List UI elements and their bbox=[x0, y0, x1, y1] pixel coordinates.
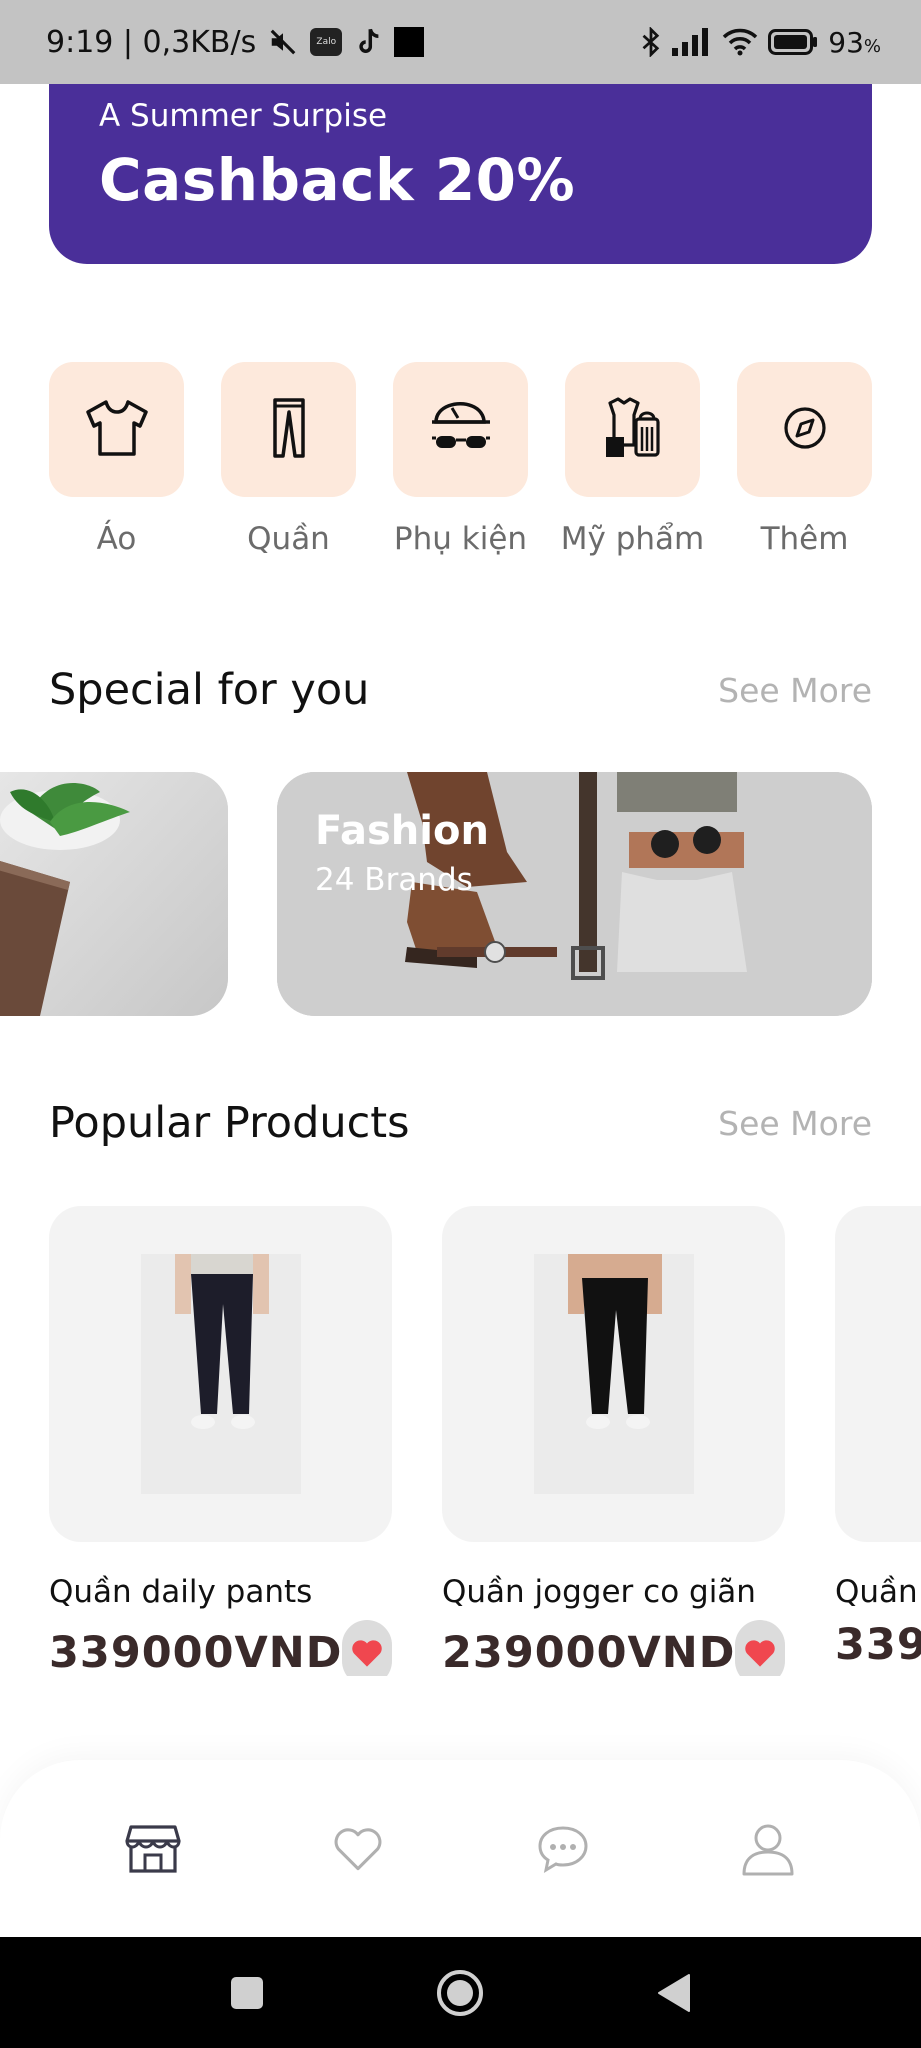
category-box bbox=[221, 362, 356, 497]
banner-subtitle: A Summer Surpise bbox=[99, 98, 388, 134]
pants-icon bbox=[269, 396, 309, 464]
lifestyle-image bbox=[0, 772, 228, 1016]
special-card-subtitle: 24 Brands bbox=[315, 862, 473, 898]
special-card-title: Fashion bbox=[315, 808, 489, 854]
special-section-title: Special for you bbox=[49, 665, 370, 715]
battery-unit: % bbox=[863, 35, 881, 57]
accessories-icon bbox=[428, 398, 494, 462]
nav-favorites[interactable] bbox=[318, 1809, 398, 1889]
category-my-pham[interactable]: Mỹ phẩm bbox=[561, 362, 704, 563]
nav-chat[interactable] bbox=[523, 1809, 603, 1889]
product-name: Quần jogger co giãn bbox=[442, 1574, 756, 1610]
category-phu-kien[interactable]: Phụ kiện bbox=[393, 362, 528, 563]
popular-section-title: Popular Products bbox=[49, 1098, 410, 1148]
category-label: Thêm bbox=[760, 521, 849, 557]
special-card-fashion[interactable]: Fashion 24 Brands bbox=[277, 772, 872, 1016]
favorite-button[interactable] bbox=[735, 1620, 785, 1676]
shirt-icon bbox=[84, 398, 150, 462]
product-image bbox=[442, 1206, 785, 1542]
status-time: 9:19 | 0,3KB/s bbox=[46, 24, 257, 60]
category-ao[interactable]: Áo bbox=[49, 362, 184, 563]
category-box bbox=[49, 362, 184, 497]
product-image bbox=[49, 1206, 392, 1542]
product-card[interactable]: Quần jogger co giãn 239000VND bbox=[442, 1206, 785, 1676]
category-label: Mỹ phẩm bbox=[560, 521, 705, 557]
recents-button[interactable] bbox=[229, 1975, 265, 2011]
product-price: 239000VND bbox=[442, 1628, 736, 1676]
back-button[interactable] bbox=[655, 1973, 693, 2013]
product-list: Quần daily pants 339000VND Quần jogger c… bbox=[49, 1206, 921, 1676]
product-card[interactable]: Quần 339000VND bbox=[835, 1206, 921, 1670]
product-name: Quần daily pants bbox=[49, 1574, 313, 1610]
special-section-header: Special for you See More bbox=[49, 665, 872, 715]
wifi-icon bbox=[722, 28, 758, 56]
category-them[interactable]: Thêm bbox=[737, 362, 872, 563]
system-navigation-bar bbox=[0, 1937, 921, 2048]
category-quan[interactable]: Quần bbox=[221, 362, 356, 563]
product-name: Quần bbox=[835, 1574, 918, 1610]
product-card[interactable]: Quần daily pants 339000VND bbox=[49, 1206, 392, 1676]
home-circle-icon bbox=[436, 1969, 483, 2016]
tiktok-icon bbox=[354, 27, 382, 57]
bottom-navigation bbox=[0, 1760, 921, 1937]
bluetooth-icon bbox=[640, 27, 662, 57]
back-triangle-icon bbox=[657, 1973, 690, 2012]
product-price: 339000VND bbox=[49, 1628, 343, 1676]
popular-see-more-link[interactable]: See More bbox=[718, 1104, 872, 1143]
popular-section-header: Popular Products See More bbox=[49, 1098, 872, 1148]
nav-profile[interactable] bbox=[728, 1809, 808, 1889]
category-list: Áo Quần Phụ kiện Mỹ phẩm Thêm bbox=[49, 362, 872, 563]
category-label: Phụ kiện bbox=[393, 521, 528, 557]
heart-filled-icon bbox=[745, 1640, 775, 1667]
battery-level: 93 bbox=[828, 25, 864, 59]
shop-icon bbox=[125, 1824, 181, 1873]
compass-icon bbox=[782, 405, 828, 455]
square-icon bbox=[230, 1976, 263, 2009]
notification-square-icon bbox=[394, 27, 425, 57]
home-button[interactable] bbox=[435, 1968, 485, 2018]
battery-icon bbox=[768, 29, 818, 55]
chat-icon bbox=[538, 1825, 588, 1873]
favorite-button[interactable] bbox=[342, 1620, 392, 1676]
product-image bbox=[835, 1206, 921, 1542]
category-box bbox=[393, 362, 528, 497]
nav-shop[interactable] bbox=[113, 1809, 193, 1889]
promo-banner[interactable]: A Summer Surpise Cashback 20% bbox=[49, 84, 872, 264]
cosmetics-icon bbox=[600, 395, 666, 465]
banner-title: Cashback 20% bbox=[99, 146, 576, 214]
category-label: Áo bbox=[96, 521, 137, 557]
category-box bbox=[565, 362, 700, 497]
signal-icon bbox=[672, 28, 712, 56]
status-bar: 9:19 | 0,3KB/s Zalo 93% bbox=[0, 0, 921, 84]
category-box bbox=[737, 362, 872, 497]
product-price: 339000VND bbox=[835, 1620, 921, 1670]
special-card-text: Fashion 24 Brands bbox=[315, 808, 489, 898]
profile-icon bbox=[742, 1824, 794, 1875]
special-see-more-link[interactable]: See More bbox=[718, 671, 872, 710]
category-label: Quần bbox=[247, 521, 330, 557]
heart-icon bbox=[334, 1827, 382, 1870]
heart-filled-icon bbox=[352, 1640, 382, 1667]
zalo-icon: Zalo bbox=[310, 28, 343, 56]
mute-icon bbox=[268, 27, 298, 57]
special-card-lifestyle[interactable] bbox=[0, 772, 228, 1016]
